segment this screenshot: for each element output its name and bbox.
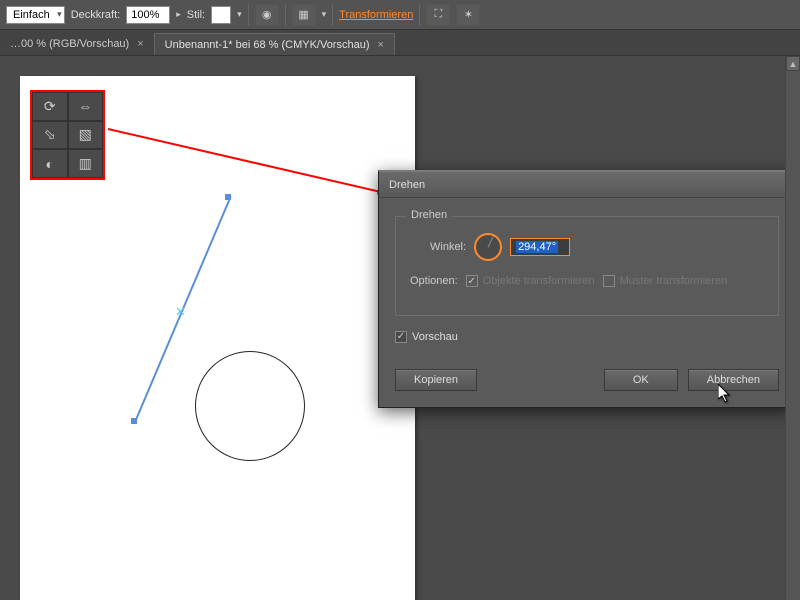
rotate-tool-icon[interactable]: ⟳ [32,92,68,121]
document-tabbar: …00 % (RGB/Vorschau) × Unbenannt-1* bei … [0,30,800,56]
checkbox-icon: ✓ [466,275,478,287]
options-label: Optionen: [410,275,458,287]
checkbox-icon: ✓ [395,331,407,343]
scale-tool-icon[interactable]: ▥ [68,149,104,178]
btn-label: Abbrechen [707,374,760,386]
vertical-scrollbar[interactable]: ▲ [785,56,800,600]
angle-value: 294,47° [516,241,558,253]
dialog-footer: Kopieren OK Abbrechen [379,357,795,407]
document-tab-1[interactable]: …00 % (RGB/Vorschau) × [0,33,154,55]
document-tab-2[interactable]: Unbenannt-1* bei 68 % (CMYK/Vorschau) × [154,33,395,55]
preview-checkbox[interactable]: ✓ Vorschau [395,331,458,343]
close-icon[interactable]: × [137,38,143,50]
align-flyout-icon[interactable]: ▾ [322,9,327,20]
opacity-label: Deckkraft: [71,9,121,21]
cancel-button[interactable]: Abbrechen [688,369,779,391]
tab-label: …00 % (RGB/Vorschau) [10,38,129,50]
angle-wheel[interactable] [474,233,502,261]
dialog-titlebar[interactable]: Drehen [379,172,795,198]
brush-mode-dropdown[interactable]: Einfach [6,6,65,24]
scroll-up-icon[interactable]: ▲ [786,56,800,71]
anchor-top[interactable] [225,194,231,200]
dialog-body: Drehen Winkel: 294,47° Optionen: ✓ Objek… [379,198,795,357]
reshape-tool-icon[interactable]: ⬂ [32,121,68,150]
opacity-flyout-icon[interactable]: ▸ [176,9,181,20]
isolate-icon[interactable]: ⛶ [426,4,450,26]
style-swatch[interactable] [211,6,231,24]
checkbox-icon [603,275,615,287]
rotate-group: Drehen Winkel: 294,47° Optionen: ✓ Objek… [395,216,779,316]
checkbox-label: Objekte transformieren [483,275,595,287]
opacity-value: 100% [131,9,159,21]
reflect-tool-icon[interactable]: ⇔ [68,92,104,121]
free-transform-tool-icon[interactable]: ▧ [68,121,104,150]
align-icon[interactable]: ▦ [292,4,316,26]
group-title: Drehen [406,209,452,221]
checkbox-label: Muster transformieren [620,275,728,287]
options-toolbar: Einfach Deckkraft: 100% ▸ Stil: ▾ ◉ ▦ ▾ … [0,0,800,30]
rotate-dialog: Drehen Drehen Winkel: 294,47° Optionen: … [378,170,796,408]
transform-link[interactable]: Transformieren [339,9,413,21]
transform-objects-checkbox: ✓ Objekte transformieren [466,275,595,287]
style-label: Stil: [187,9,205,21]
btn-label: OK [633,374,649,386]
style-flyout-icon[interactable]: ▾ [237,9,242,20]
close-icon[interactable]: × [378,39,384,51]
separator [419,4,420,26]
brush-mode-value: Einfach [13,9,50,21]
separator [332,4,333,26]
circle-path[interactable] [195,351,305,461]
angle-input[interactable]: 294,47° [510,238,570,256]
anchor-mid[interactable]: ✕ [175,304,186,320]
dialog-title-text: Drehen [389,179,425,191]
crop-marks-icon[interactable]: ✶ [456,4,480,26]
anchor-bottom[interactable] [131,418,137,424]
separator [248,4,249,26]
preview-label: Vorschau [412,331,458,343]
ok-button[interactable]: OK [604,369,678,391]
shear-tool-icon[interactable]: ◐ [32,149,68,178]
transform-tool-palette: ⟳ ⇔ ⬂ ▧ ◐ ▥ [30,90,105,180]
btn-label: Kopieren [414,374,458,386]
copy-button[interactable]: Kopieren [395,369,477,391]
transform-patterns-checkbox: Muster transformieren [603,275,728,287]
recolor-icon[interactable]: ◉ [255,4,279,26]
separator [285,4,286,26]
tab-label: Unbenannt-1* bei 68 % (CMYK/Vorschau) [165,39,370,51]
opacity-input[interactable]: 100% [126,6,170,24]
angle-label: Winkel: [430,241,466,253]
